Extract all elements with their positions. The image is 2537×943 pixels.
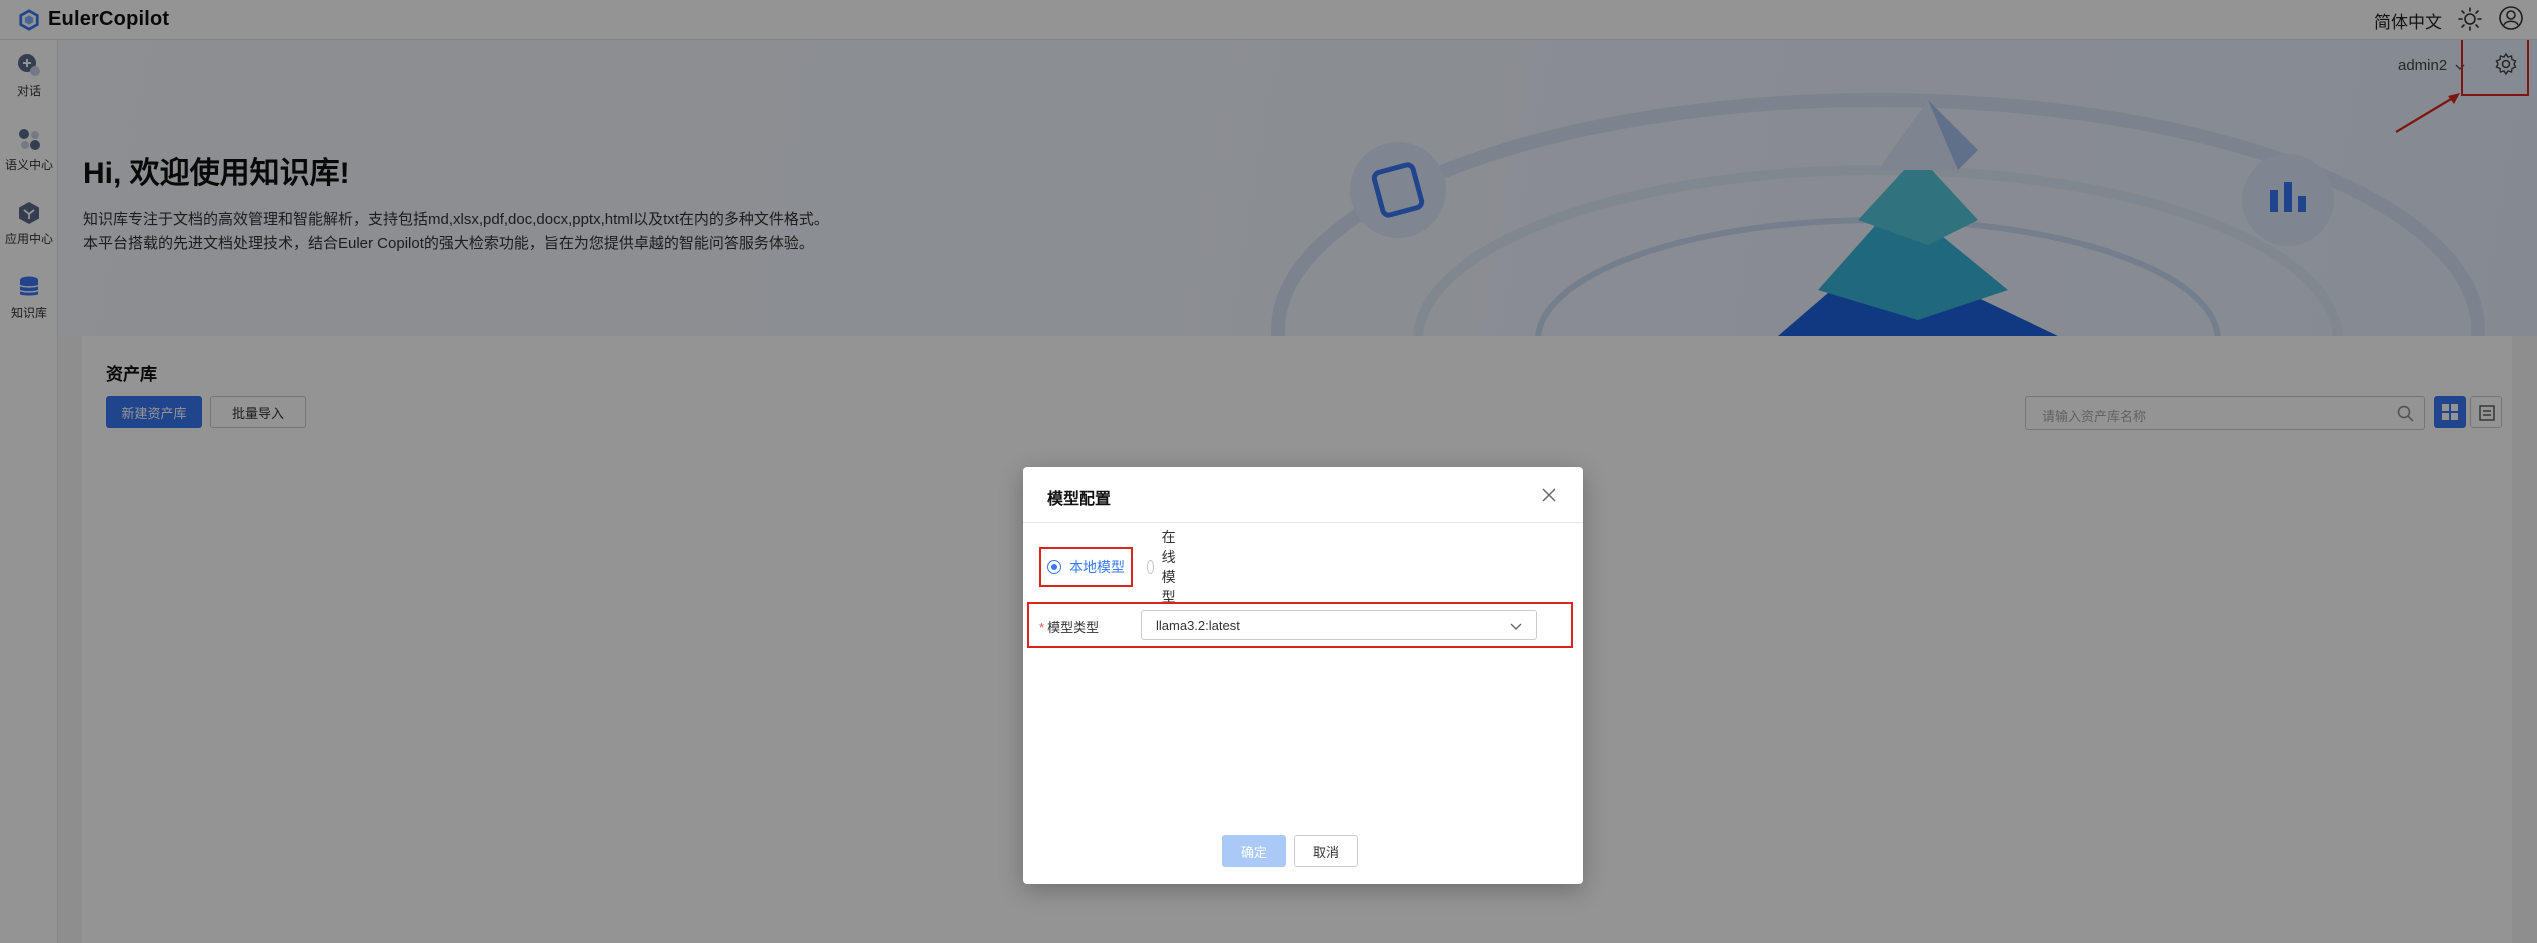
radio-label: 本地模型 xyxy=(1069,559,1125,575)
radio-local-model[interactable]: 本地模型 xyxy=(1039,547,1133,587)
model-type-value: llama3.2:latest xyxy=(1156,618,1240,633)
model-config-dialog: 模型配置 本地模型 在线模型 * 模型类型 llama3.2:latest 确定 … xyxy=(1023,467,1583,884)
radio-online-model[interactable]: 在线模型 xyxy=(1147,529,1183,605)
model-type-select[interactable]: llama3.2:latest xyxy=(1141,610,1537,640)
model-type-label: * 模型类型 xyxy=(1039,620,1100,635)
close-icon[interactable] xyxy=(1541,487,1557,503)
cancel-button[interactable]: 取消 xyxy=(1294,835,1358,867)
confirm-button[interactable]: 确定 xyxy=(1222,835,1286,867)
dialog-header: 模型配置 xyxy=(1023,467,1583,523)
dialog-title: 模型配置 xyxy=(1047,491,1112,508)
radio-label: 在线模型 xyxy=(1161,529,1176,605)
radio-checked-icon xyxy=(1047,560,1061,574)
chevron-down-icon xyxy=(1510,623,1522,630)
model-type-form-row: * 模型类型 llama3.2:latest xyxy=(1027,602,1573,648)
radio-unchecked-icon xyxy=(1147,560,1154,574)
